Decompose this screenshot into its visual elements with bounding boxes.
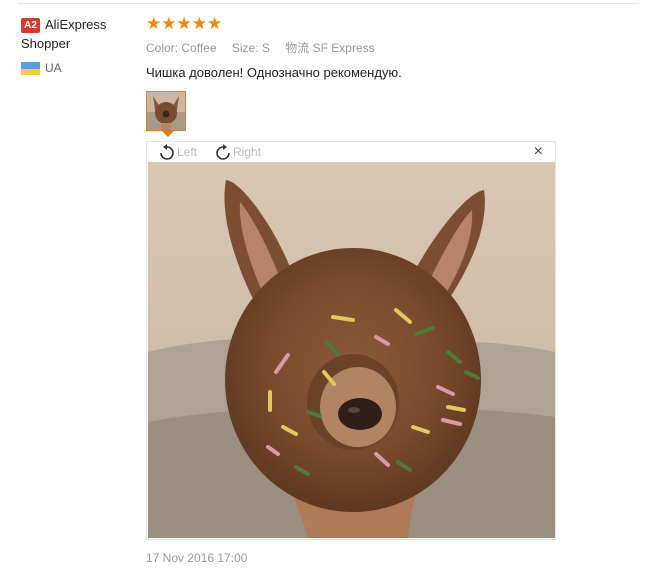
top-divider bbox=[18, 3, 639, 4]
color-value: Coffee bbox=[181, 41, 217, 55]
shipping-value: SF Express bbox=[312, 41, 375, 55]
country-code: UA bbox=[45, 61, 62, 75]
review-body: ★★★★★ Color: Coffee Size: S 物流 SF Expres… bbox=[146, 15, 616, 81]
rotate-right-button[interactable]: Right bbox=[213, 144, 261, 162]
review-photo bbox=[148, 162, 555, 538]
shipping-label: 物流 bbox=[285, 41, 310, 55]
reviewer-country: UA bbox=[21, 61, 136, 76]
star-rating: ★★★★★ bbox=[146, 14, 223, 33]
flag-icon bbox=[21, 62, 40, 76]
rotate-right-label: Right bbox=[233, 145, 262, 160]
size-value: S bbox=[261, 41, 270, 55]
size-label: Size: bbox=[231, 41, 259, 55]
thumbnail-selected-indicator bbox=[162, 131, 174, 137]
level-badge: A2 bbox=[21, 18, 40, 34]
thumbnail-image bbox=[147, 92, 185, 130]
review-text: Чишка доволен! Однозначно рекомендую. bbox=[146, 65, 402, 80]
photo-viewer: Left Right × bbox=[146, 141, 556, 540]
color-label: Color: bbox=[146, 41, 179, 55]
order-attributes: Color: Coffee Size: S 物流 SF Express bbox=[146, 40, 616, 56]
review-date: 17 Nov 2016 17:00 bbox=[146, 551, 248, 565]
close-icon[interactable]: × bbox=[534, 143, 543, 161]
review-photo-thumbnail[interactable] bbox=[146, 91, 186, 131]
reviewer-name-row: A2 AliExpress Shopper bbox=[21, 15, 136, 53]
rotate-left-button[interactable]: Left bbox=[157, 144, 197, 162]
rotate-right-icon bbox=[216, 144, 230, 160]
rotate-left-label: Left bbox=[177, 145, 198, 160]
viewer-toolbar: Left Right × bbox=[147, 142, 555, 162]
rotate-left-icon bbox=[160, 144, 174, 160]
reviewer-info: A2 AliExpress Shopper UA bbox=[21, 15, 136, 76]
